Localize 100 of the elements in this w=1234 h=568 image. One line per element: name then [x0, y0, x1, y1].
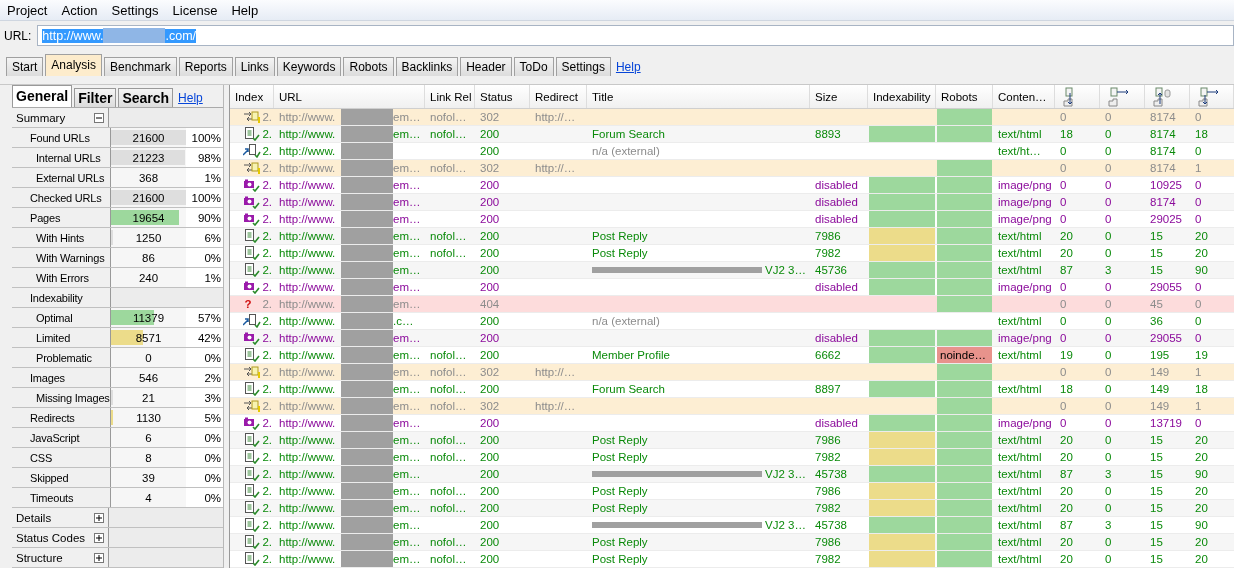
url-cell[interactable]: http://www.: [279, 179, 341, 191]
link-ending[interactable]: em…: [393, 468, 421, 480]
url-cell[interactable]: http://www.: [279, 332, 341, 344]
column-header[interactable]: Conten…: [993, 85, 1055, 108]
help-link[interactable]: Help: [178, 91, 203, 105]
count-cell: 0: [1105, 400, 1112, 412]
link-ending[interactable]: em…: [393, 281, 421, 293]
tab[interactable]: Keywords: [276, 57, 342, 76]
column-header[interactable]: Indexability: [868, 85, 936, 108]
column-header[interactable]: Status: [475, 85, 530, 108]
url-cell[interactable]: http://www.: [279, 145, 341, 157]
link-ending[interactable]: em…: [393, 213, 421, 225]
table-cell: nofol…: [430, 553, 467, 565]
tab[interactable]: ToDo: [513, 57, 554, 76]
tab[interactable]: General: [12, 85, 73, 107]
url-cell[interactable]: http://www.: [279, 128, 341, 140]
column-header[interactable]: Robots: [936, 85, 993, 108]
tab[interactable]: Robots: [343, 57, 394, 76]
link-ending[interactable]: em…: [393, 536, 421, 548]
url-cell[interactable]: http://www.: [279, 417, 341, 429]
tab[interactable]: Settings: [555, 57, 611, 76]
url-cell[interactable]: http://www.: [279, 213, 341, 225]
tab[interactable]: Search: [118, 88, 174, 107]
link-ending[interactable]: em…: [393, 485, 421, 497]
menu-item[interactable]: Help: [224, 2, 266, 18]
expand-icon[interactable]: [94, 552, 104, 563]
link-ending[interactable]: em…: [393, 553, 421, 565]
url-cell[interactable]: http://www.: [279, 468, 341, 480]
status-cell: 200: [480, 468, 500, 480]
column-header[interactable]: Title: [587, 85, 810, 108]
link-ending[interactable]: em…: [393, 519, 421, 531]
url-cell[interactable]: http://www.: [279, 315, 341, 327]
menu-item[interactable]: Project: [0, 2, 55, 18]
menu-item[interactable]: Settings: [104, 2, 166, 18]
status-cell: 200: [480, 315, 500, 327]
tab[interactable]: Backlinks: [395, 57, 459, 76]
link-ending[interactable]: em…: [393, 179, 421, 191]
link-ending[interactable]: em…: [393, 417, 421, 429]
url-cell[interactable]: http://www.: [279, 196, 341, 208]
tab[interactable]: Filter: [74, 88, 117, 107]
url-cell[interactable]: http://www.: [279, 519, 341, 531]
url-cell[interactable]: http://www.: [279, 553, 341, 565]
stat-value: 86: [111, 248, 186, 267]
redaction-bar: [341, 398, 393, 414]
column-header[interactable]: URL: [274, 85, 425, 108]
link-ending[interactable]: em…: [393, 349, 421, 361]
link-ending[interactable]: em…: [393, 383, 421, 395]
menu-item[interactable]: Action: [54, 2, 105, 18]
url-cell[interactable]: http://www.: [279, 349, 341, 361]
link-ending[interactable]: em…: [393, 196, 421, 208]
link-ending[interactable]: em…: [393, 247, 421, 259]
tab[interactable]: Links: [234, 57, 275, 76]
tab[interactable]: Analysis: [45, 54, 103, 76]
url-cell[interactable]: http://www.: [279, 434, 341, 446]
help-link[interactable]: Help: [615, 60, 641, 74]
index-cell: 2.: [262, 298, 272, 310]
link-ending[interactable]: .c…: [393, 315, 414, 327]
stat-value: 21223: [111, 148, 186, 167]
collapse-icon[interactable]: [94, 112, 104, 123]
url-cell[interactable]: http://www.: [279, 383, 341, 395]
column-header[interactable]: Index: [230, 85, 274, 108]
table-cell: nofol…: [430, 451, 467, 463]
link-ending[interactable]: em…: [393, 128, 421, 140]
url-cell[interactable]: http://www.: [279, 502, 341, 514]
tab[interactable]: Benchmark: [104, 57, 177, 76]
expand-icon[interactable]: [94, 532, 104, 543]
url-cell[interactable]: http://www.: [279, 247, 341, 259]
page-arrow-icon[interactable]: [1198, 86, 1220, 107]
redaction-bar: [341, 483, 393, 499]
url-cell[interactable]: http://www.: [279, 264, 341, 276]
link-ending[interactable]: em…: [393, 332, 421, 344]
column-header[interactable]: Redirect: [530, 85, 587, 108]
count-cell: 0: [1105, 145, 1112, 157]
url-cell[interactable]: http://www.: [279, 485, 341, 497]
column-header[interactable]: Link Rel: [425, 85, 475, 108]
count-cell: 3: [1105, 519, 1112, 531]
expand-icon[interactable]: [94, 512, 104, 523]
url-cell[interactable]: http://www.: [279, 536, 341, 548]
status-cell: 200: [480, 247, 500, 259]
page-arrow-icon[interactable]: [1108, 86, 1130, 107]
tab[interactable]: Reports: [178, 57, 233, 76]
column-header[interactable]: Size: [810, 85, 868, 108]
count-cell: 29025: [1150, 213, 1182, 225]
link-ending[interactable]: em…: [393, 230, 421, 242]
tab[interactable]: Start: [6, 57, 44, 76]
menu-item[interactable]: License: [165, 2, 225, 18]
content-type-cell: text/html: [998, 128, 1042, 140]
url-cell[interactable]: http://www.: [279, 230, 341, 242]
link-ending[interactable]: em…: [393, 451, 421, 463]
count-cell: 15: [1150, 502, 1163, 514]
link-ending[interactable]: em…: [393, 264, 421, 276]
count-cell: 0: [1105, 247, 1112, 259]
count-cell: 13719: [1150, 417, 1182, 429]
link-ending[interactable]: em…: [393, 434, 421, 446]
stat-value: 39: [111, 468, 186, 487]
url-cell[interactable]: http://www.: [279, 451, 341, 463]
url-cell[interactable]: http://www.: [279, 281, 341, 293]
link-ending[interactable]: em…: [393, 502, 421, 514]
count-cell: 90: [1195, 468, 1208, 480]
tab[interactable]: Header: [460, 57, 512, 76]
